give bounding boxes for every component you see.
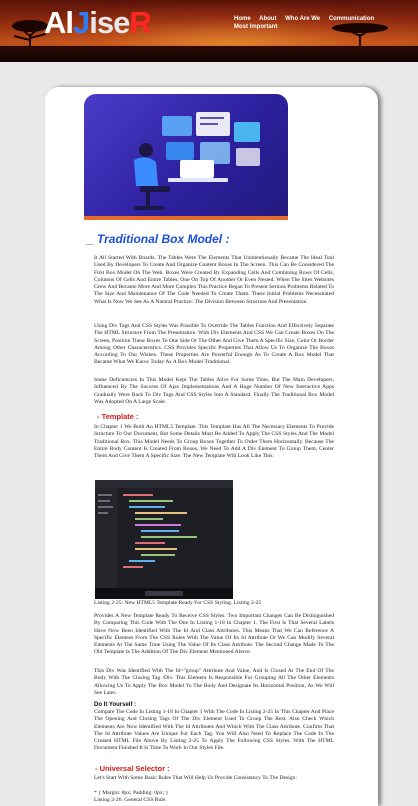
paragraph: Provides A New Template Ready To Receive… [94, 613, 334, 656]
hero-illustration [84, 94, 288, 220]
figure-caption: Listing 2-26. General CSS Rule. [94, 797, 167, 803]
paragraph: In Chapter 1 We Built An HTML5 Template.… [94, 424, 334, 460]
nav-item-most-important[interactable]: Most Important [234, 24, 277, 30]
hero-base-bar [84, 216, 288, 220]
universal-selector-heading: - Universal Selector : [95, 764, 170, 773]
site-logo[interactable]: AlJiseR [44, 5, 152, 41]
paragraph: Compare The Code In Listing 1-18 In Chap… [94, 709, 334, 752]
code-editor-screenshot [95, 480, 233, 599]
site-header: AlJiseR Home About Who Are We Communicat… [0, 0, 418, 62]
code-editor-icon [95, 480, 233, 599]
logo-part: ise [89, 5, 130, 40]
paragraph: Using Div Tags And CSS Styles Was Possib… [94, 323, 334, 366]
paragraph: Let's Start With Some Basic Rules That W… [94, 775, 297, 781]
nav-item-about[interactable]: About [259, 16, 276, 22]
paragraph: Some Deficiencies In This Model Kept The… [94, 377, 334, 405]
ground-silhouette [0, 46, 418, 62]
developer-at-screens-icon [134, 112, 260, 210]
paragraph: It All Started With Boards. The Tables W… [94, 255, 334, 305]
main-nav: Home About Who Are We Communication Most… [234, 15, 414, 31]
nav-item-communication[interactable]: Communication [329, 16, 374, 22]
template-heading: - Template : [97, 412, 139, 421]
paragraph: This Div Was Identified With The Id="gro… [94, 668, 334, 696]
figure-caption: Listing 2-25: New HTML5 Template Ready F… [94, 600, 262, 606]
logo-part: R [129, 5, 151, 40]
nav-item-home[interactable]: Home [234, 16, 251, 22]
logo-part: J [73, 5, 90, 40]
section-title: _ Traditional Box Model : [87, 232, 230, 246]
nav-item-who-are-we[interactable]: Who Are We [285, 16, 320, 22]
logo-part: Al [44, 5, 74, 40]
do-it-yourself-heading: Do It Yourself : [94, 702, 137, 708]
